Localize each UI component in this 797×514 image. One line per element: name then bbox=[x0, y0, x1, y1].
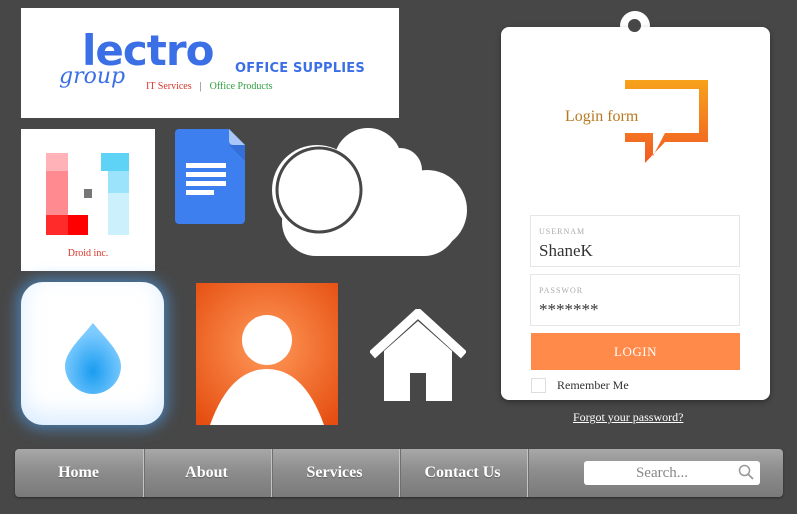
login-card-hole bbox=[628, 19, 641, 32]
logo-group: group bbox=[59, 64, 126, 89]
forgot-password-link[interactable]: Forgot your password? bbox=[573, 410, 683, 425]
logo-subline: IT Services | Office Products bbox=[146, 82, 273, 92]
doc-icon[interactable] bbox=[175, 129, 245, 224]
droplet-app-icon[interactable] bbox=[21, 282, 164, 425]
nav-home[interactable]: Home bbox=[15, 449, 142, 497]
logo-products: Office Products bbox=[209, 81, 273, 92]
password-value[interactable]: ******* bbox=[539, 300, 599, 320]
nav-divider bbox=[527, 449, 528, 497]
nav-contact[interactable]: Contact Us bbox=[399, 449, 526, 497]
password-label: PASSWOR bbox=[539, 286, 584, 295]
logo-divider: | bbox=[199, 81, 202, 92]
droid-label: Droid inc. bbox=[67, 248, 109, 259]
cloud-icon[interactable] bbox=[272, 128, 468, 258]
username-value[interactable]: ShaneK bbox=[539, 241, 593, 261]
home-icon[interactable] bbox=[370, 309, 466, 401]
login-title: Login form bbox=[565, 108, 639, 125]
user-profile-icon[interactable] bbox=[196, 283, 338, 425]
nav-about[interactable]: About bbox=[143, 449, 270, 497]
login-button[interactable]: LOGIN bbox=[531, 333, 740, 370]
search-input[interactable] bbox=[592, 462, 732, 484]
remember-me-checkbox[interactable] bbox=[531, 378, 546, 393]
search-icon[interactable] bbox=[738, 464, 754, 480]
logo-tagline: OFFICE SUPPLIES bbox=[235, 61, 365, 76]
droplet-icon bbox=[65, 323, 121, 394]
username-label: USERNAM bbox=[539, 227, 586, 236]
username-field[interactable]: USERNAM ShaneK bbox=[530, 215, 740, 267]
logo-services: IT Services bbox=[146, 81, 192, 92]
remember-me-label: Remember Me bbox=[557, 378, 629, 392]
nav-services[interactable]: Services bbox=[271, 449, 398, 497]
password-field[interactable]: PASSWOR ******* bbox=[530, 274, 740, 326]
